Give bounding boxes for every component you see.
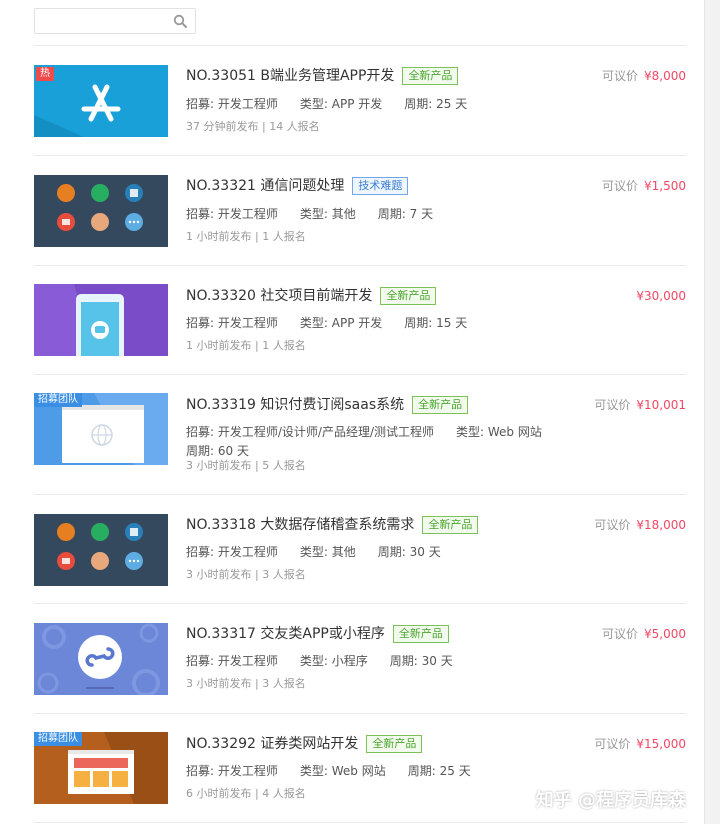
app-store-icon [34, 84, 121, 137]
project-meta: 招募: 开发工程师 类型: 其他 周期: 30 天 [186, 545, 441, 559]
project-price: 可议价 ¥1,500 [601, 179, 686, 193]
status-badge: 全新产品 [380, 287, 437, 305]
publish-time: 1 小时前发布 | 1 人报名 [186, 230, 306, 243]
project-meta: 招募: 开发工程师 类型: 小程序 周期: 30 天 [186, 654, 453, 668]
project-list-panel: 热 NO.33051 B端业务管理APP开发 全新产品 招募: 开发工程师 类型: … [0, 0, 704, 824]
project-title[interactable]: NO.33321 通信问题处理 技术难题 [186, 176, 409, 196]
project-title[interactable]: NO.33320 社交项目前端开发 全新产品 [186, 286, 437, 306]
project-item[interactable]: NO.33320 社交项目前端开发 全新产品 招募: 开发工程师 类型: APP 开… [0, 266, 704, 376]
project-thumbnail[interactable] [34, 175, 168, 247]
project-price: 可议价 ¥15,000 [594, 737, 686, 751]
status-badge: 全新产品 [422, 516, 479, 534]
status-badge: 全新产品 [366, 735, 423, 753]
team-tag: 招募团队 [34, 393, 82, 407]
publish-time: 1 小时前发布 | 1 人报名 [186, 339, 306, 352]
divider [34, 822, 686, 823]
watermark: 知乎 @程序员库森 [535, 790, 686, 811]
project-thumbnail[interactable] [34, 514, 168, 586]
project-price: 可议价 ¥10,001 [594, 398, 686, 412]
project-item[interactable]: NO.33321 通信问题处理 技术难题 招募: 开发工程师 类型: 其他 周期: 7… [0, 156, 704, 266]
publish-time: 6 小时前发布 | 4 人报名 [186, 787, 306, 800]
project-item[interactable]: NO.33317 交友类APP或小程序 全新产品 招募: 开发工程师 类型: 小程序… [0, 604, 704, 714]
project-thumbnail[interactable]: 招募团队 [34, 732, 168, 804]
publish-time: 3 小时前发布 | 3 人报名 [186, 568, 306, 581]
mini-program-icon [37, 623, 160, 695]
project-price: ¥30,000 [636, 289, 686, 303]
multi-platform-icon [57, 184, 143, 231]
project-meta: 招募: 开发工程师 类型: Web 网站 周期: 25 天 [186, 764, 471, 778]
project-thumbnail[interactable]: 热 [34, 65, 168, 137]
project-meta: 招募: 开发工程师 类型: APP 开发 周期: 25 天 [186, 97, 468, 111]
project-meta: 招募: 开发工程师 类型: APP 开发 周期: 15 天 [186, 316, 468, 330]
phone-chat-icon [74, 284, 168, 356]
team-tag: 招募团队 [34, 732, 82, 746]
status-badge: 全新产品 [402, 67, 459, 85]
project-title[interactable]: NO.33317 交友类APP或小程序 全新产品 [186, 624, 449, 644]
search-input[interactable] [35, 9, 181, 33]
project-title[interactable]: NO.33318 大数据存储稽查系统需求 全新产品 [186, 515, 479, 535]
project-title[interactable]: NO.33292 证券类网站开发 全新产品 [186, 734, 423, 754]
project-item[interactable]: 热 NO.33051 B端业务管理APP开发 全新产品 招募: 开发工程师 类型: … [0, 46, 704, 156]
project-price: 可议价 ¥8,000 [601, 69, 686, 83]
publish-time: 3 小时前发布 | 5 人报名 [186, 459, 306, 472]
search-box[interactable] [34, 8, 196, 34]
project-price: 可议价 ¥5,000 [601, 627, 686, 641]
project-thumbnail[interactable] [34, 284, 168, 356]
publish-time: 3 小时前发布 | 3 人报名 [186, 677, 306, 690]
project-thumbnail[interactable] [34, 623, 168, 695]
status-badge: 全新产品 [392, 625, 449, 643]
status-badge: 技术难题 [352, 177, 409, 195]
project-title[interactable]: NO.33319 知识付费订阅saas系统 全新产品 [186, 395, 469, 415]
publish-time: 37 分钟前发布 | 14 人报名 [186, 120, 320, 133]
project-meta: 招募: 开发工程师 类型: 其他 周期: 7 天 [186, 207, 434, 221]
project-price: 可议价 ¥18,000 [594, 518, 686, 532]
search-icon[interactable] [173, 14, 187, 28]
multi-platform-icon [57, 523, 143, 570]
project-meta: 招募: 开发工程师/设计师/产品经理/测试工程师 类型: Web 网站 [186, 425, 542, 439]
project-item[interactable]: NO.33318 大数据存储稽查系统需求 全新产品 招募: 开发工程师 类型: 其他… [0, 495, 704, 605]
project-item[interactable]: 招募团队 NO.33319 知识付费订阅saas系统 全新产品 招募: 开发工程师… [0, 375, 704, 494]
project-thumbnail[interactable]: 招募团队 [34, 393, 168, 465]
status-badge: 全新产品 [412, 396, 469, 414]
hot-tag: 热 [36, 67, 54, 81]
project-title[interactable]: NO.33051 B端业务管理APP开发 全新产品 [186, 66, 459, 86]
page-scrollbar[interactable] [704, 0, 720, 824]
